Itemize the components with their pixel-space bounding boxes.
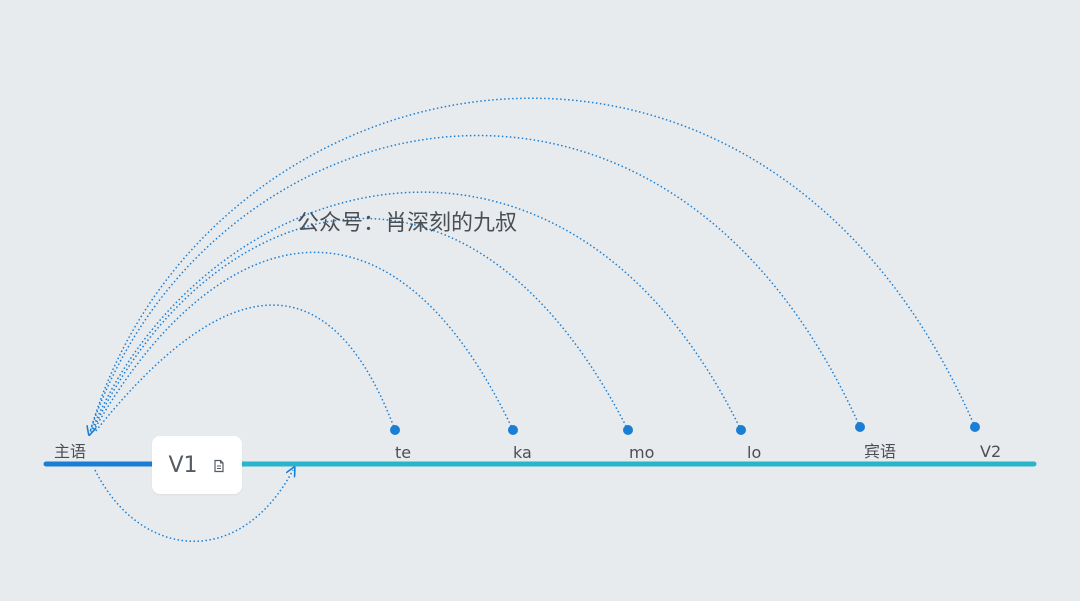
diagram-canvas: 主语 te ka mo lo 宾语 V2 公众号：肖深刻的九叔 V1 [0,0,1080,601]
node-label-object: 宾语 [864,442,896,461]
node-label-lo: lo [747,443,761,462]
node-label-ka: ka [513,443,532,462]
node-label-v2: V2 [980,442,1001,461]
verb-node-v1[interactable]: V1 [152,436,242,494]
arc-ka-to-subject [92,251,514,433]
verb-node-label: V1 [168,452,198,478]
node-dot-object[interactable] [855,422,865,432]
node-dot-lo[interactable] [736,425,746,435]
relationship-diagram: 主语 te ka mo lo 宾语 V2 公众号：肖深刻的九叔 [43,97,1037,542]
node-dot-v2[interactable] [970,422,980,432]
node-label-te: te [395,443,411,462]
note-icon[interactable] [212,458,226,473]
arc-te-to-subject [94,304,396,433]
arc-mo-to-subject [91,217,629,433]
arc-v2-to-subject [90,97,976,432]
node-dot-mo[interactable] [623,425,633,435]
arc-object-to-subject [89,134,861,433]
node-dot-te[interactable] [390,425,400,435]
caption-text: 公众号：肖深刻的九叔 [297,211,517,236]
node-label-mo: mo [629,443,654,462]
node-dot-ka[interactable] [508,425,518,435]
subject-label: 主语 [54,442,86,461]
